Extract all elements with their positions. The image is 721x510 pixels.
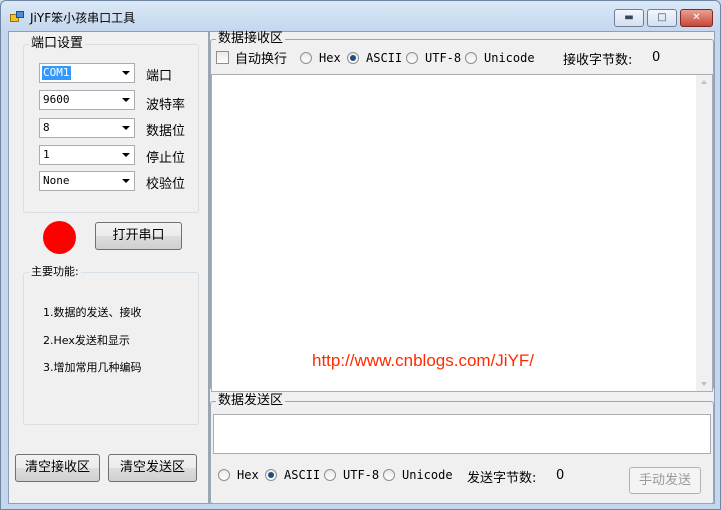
- auto-wrap-label: 自动换行: [235, 52, 288, 67]
- receive-byte-count: 0: [652, 50, 661, 65]
- send-ascii-label: ASCII: [284, 468, 321, 482]
- send-button[interactable]: 手动发送: [629, 467, 701, 494]
- receive-unicode-label: Unicode: [484, 51, 535, 65]
- parity-combo-value: None: [43, 174, 70, 187]
- parity-combo[interactable]: None: [39, 171, 135, 191]
- receive-byte-count-label: 接收字节数:: [563, 53, 633, 68]
- clear-send-button[interactable]: 清空发送区: [108, 454, 197, 482]
- receive-utf8-radio[interactable]: [406, 52, 418, 64]
- app-icon: [10, 11, 24, 23]
- close-button[interactable]: ✕: [680, 9, 713, 27]
- minimize-button[interactable]: ▬: [614, 9, 644, 27]
- chevron-down-icon: [122, 153, 130, 157]
- scroll-down-icon[interactable]: [701, 382, 707, 386]
- stop-bits-combo[interactable]: 1: [39, 145, 135, 165]
- receive-ascii-radio[interactable]: [347, 52, 359, 64]
- port-settings-legend: 端口设置: [31, 36, 84, 51]
- chevron-down-icon: [122, 98, 130, 102]
- feature-item: 2.Hex发送和显示: [43, 334, 130, 347]
- open-port-button[interactable]: 打开串口: [95, 222, 182, 250]
- stop-bits-label: 停止位: [146, 151, 186, 166]
- data-bits-label: 数据位: [146, 124, 186, 139]
- send-ascii-radio[interactable]: [265, 469, 277, 481]
- features-legend: 主要功能:: [31, 265, 79, 278]
- send-textarea[interactable]: [213, 414, 711, 454]
- receive-textarea[interactable]: http://www.cnblogs.com/JiYF/: [211, 74, 713, 392]
- receive-utf8-label: UTF-8: [425, 51, 462, 65]
- send-hex-radio[interactable]: [218, 469, 230, 481]
- chevron-down-icon: [122, 179, 130, 183]
- data-bits-combo[interactable]: 8: [39, 118, 135, 138]
- client-area: 端口设置 COM1 端口 9600 波特率 8 数据位 1 停止位 None 校…: [8, 31, 715, 504]
- chevron-down-icon: [122, 126, 130, 130]
- scroll-up-icon[interactable]: [701, 80, 707, 84]
- stop-bits-combo-value: 1: [43, 148, 50, 161]
- chevron-down-icon: [122, 71, 130, 75]
- port-combo[interactable]: COM1: [39, 63, 135, 83]
- receive-legend: 数据接收区: [218, 31, 284, 46]
- baud-rate-combo-value: 9600: [43, 93, 70, 106]
- feature-item: 3.增加常用几种编码: [43, 361, 142, 374]
- auto-wrap-checkbox[interactable]: [216, 51, 229, 64]
- receive-ascii-label: ASCII: [366, 51, 403, 65]
- send-legend: 数据发送区: [218, 393, 284, 408]
- send-unicode-radio[interactable]: [383, 469, 395, 481]
- watermark-link: http://www.cnblogs.com/JiYF/: [312, 351, 535, 370]
- send-utf8-label: UTF-8: [343, 468, 380, 482]
- baud-rate-combo[interactable]: 9600: [39, 90, 135, 110]
- send-byte-count: 0: [556, 468, 565, 483]
- baud-rate-label: 波特率: [146, 98, 186, 113]
- receive-hex-radio[interactable]: [300, 52, 312, 64]
- window-title: JiYF笨小孩串口工具: [30, 11, 136, 25]
- app-window: JiYF笨小孩串口工具 ▬ □ ✕ 端口设置 COM1 端口 9600 波特率 …: [0, 0, 721, 510]
- feature-item: 1.数据的发送、接收: [43, 306, 142, 319]
- send-hex-label: Hex: [237, 468, 259, 482]
- maximize-button[interactable]: □: [647, 9, 677, 27]
- receive-hex-label: Hex: [319, 51, 341, 65]
- data-bits-combo-value: 8: [43, 121, 50, 134]
- receive-unicode-radio[interactable]: [465, 52, 477, 64]
- title-bar[interactable]: JiYF笨小孩串口工具 ▬ □ ✕: [1, 1, 720, 31]
- send-utf8-radio[interactable]: [324, 469, 336, 481]
- receive-scrollbar[interactable]: [696, 75, 712, 391]
- port-status-indicator: [43, 221, 76, 254]
- clear-receive-button[interactable]: 清空接收区: [15, 454, 100, 482]
- port-combo-value: COM1: [42, 66, 71, 80]
- send-byte-count-label: 发送字节数:: [467, 471, 537, 486]
- parity-label: 校验位: [146, 177, 186, 192]
- port-label: 端口: [146, 69, 173, 84]
- send-unicode-label: Unicode: [402, 468, 453, 482]
